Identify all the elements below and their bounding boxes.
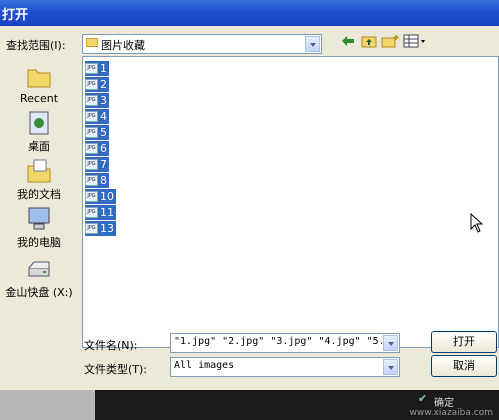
open-button[interactable]: 打开 xyxy=(431,331,497,353)
up-folder-icon xyxy=(361,36,377,48)
file-item[interactable]: JPG 1 xyxy=(85,61,109,76)
places-bar: Recent 桌面 我的文档 我的电脑 金山快盘 (X:) xyxy=(0,58,78,318)
jpg-file-icon: JPG xyxy=(85,143,98,154)
file-item[interactable]: JPG 3 xyxy=(85,93,109,108)
jpg-file-icon: JPG xyxy=(85,223,98,234)
watermark-text: www.xiazaiba.com xyxy=(409,408,493,418)
file-item[interactable]: JPG 11 xyxy=(85,205,116,220)
jpg-file-icon: JPG xyxy=(85,127,98,138)
jpg-file-icon: JPG xyxy=(85,63,98,74)
chevron-down-icon[interactable] xyxy=(305,36,320,52)
file-item[interactable]: JPG 4 xyxy=(85,109,109,124)
title-bar: 打开 xyxy=(0,0,499,26)
place-label: Recent xyxy=(19,92,59,105)
filename-input[interactable]: "1.jpg" "2.jpg" "3.jpg" "4.jpg" "5.jp xyxy=(174,336,382,347)
cancel-button[interactable]: 取消 xyxy=(431,355,497,377)
window-title: 打开 xyxy=(2,8,29,23)
my-computer-icon xyxy=(25,206,53,232)
lookin-value: 图片收藏 xyxy=(101,39,145,52)
place-recent[interactable]: Recent xyxy=(0,64,78,105)
jpg-file-icon: JPG xyxy=(85,207,98,218)
up-folder-button[interactable] xyxy=(359,32,379,50)
file-item[interactable]: JPG 7 xyxy=(85,157,109,172)
file-item[interactable]: JPG 8 xyxy=(85,173,109,188)
jpg-file-icon: JPG xyxy=(85,159,98,170)
lookin-label: 查找范围(I): xyxy=(6,39,66,52)
place-label: 金山快盘 (X:) xyxy=(5,286,73,299)
place-my-computer[interactable]: 我的电脑 xyxy=(0,206,78,250)
filename-label: 文件名(N): xyxy=(84,339,138,352)
file-item[interactable]: JPG 13 xyxy=(85,221,116,236)
back-arrow-icon xyxy=(342,36,354,46)
place-my-documents[interactable]: 我的文档 xyxy=(0,158,78,202)
check-icon: ✔ xyxy=(418,392,428,405)
jpg-file-icon: JPG xyxy=(85,79,98,90)
jpg-file-icon: JPG xyxy=(85,111,98,122)
jpg-file-icon: JPG xyxy=(85,175,98,186)
jpg-file-icon: JPG xyxy=(85,95,98,106)
lookin-combo[interactable]: 图片收藏 xyxy=(82,34,322,54)
file-item[interactable]: JPG 2 xyxy=(85,77,109,92)
confirm-label[interactable]: 确定 xyxy=(434,394,454,409)
file-item[interactable]: JPG 5 xyxy=(85,125,109,140)
place-label: 桌面 xyxy=(28,140,50,153)
chevron-down-icon[interactable] xyxy=(383,359,398,375)
place-desktop[interactable]: 桌面 xyxy=(0,110,78,154)
view-menu-button[interactable] xyxy=(402,32,428,50)
filetype-combo[interactable]: All images xyxy=(170,357,400,377)
chevron-down-icon[interactable] xyxy=(383,335,398,351)
place-drive[interactable]: 金山快盘 (X:) xyxy=(0,256,78,300)
place-label: 我的电脑 xyxy=(17,236,61,249)
drive-icon xyxy=(25,256,53,282)
my-documents-icon xyxy=(25,158,53,184)
taskbar-strip: ✔ 确定 www.xiazaiba.com xyxy=(0,390,499,420)
taskbar-gray-block xyxy=(0,390,95,420)
jpg-file-icon: JPG xyxy=(85,191,98,202)
open-dialog: 查找范围(I): 图片收藏 Recent 桌面 我的文档 我的电脑 金山快盘 (… xyxy=(0,26,499,420)
filetype-value: All images xyxy=(174,360,235,371)
file-item[interactable]: JPG 6 xyxy=(85,141,109,156)
new-folder-icon xyxy=(381,35,399,48)
folder-icon xyxy=(86,38,98,47)
filename-combo[interactable]: "1.jpg" "2.jpg" "3.jpg" "4.jpg" "5.jp xyxy=(170,333,400,353)
file-list[interactable]: JPG 1 JPG 2 JPG 3 JPG 4 JPG 5 JPG 6 JPG 7 JPG 8 … xyxy=(82,56,499,348)
desktop-icon xyxy=(25,110,53,136)
view-menu-icon xyxy=(403,34,425,48)
file-item[interactable]: JPG 10 xyxy=(85,189,116,204)
place-label: 我的文档 xyxy=(17,188,61,201)
recent-folder-icon xyxy=(25,64,53,90)
mouse-cursor-icon xyxy=(470,213,484,233)
back-button[interactable] xyxy=(338,32,358,50)
filetype-label: 文件类型(T): xyxy=(84,363,148,376)
new-folder-button[interactable] xyxy=(380,32,400,50)
